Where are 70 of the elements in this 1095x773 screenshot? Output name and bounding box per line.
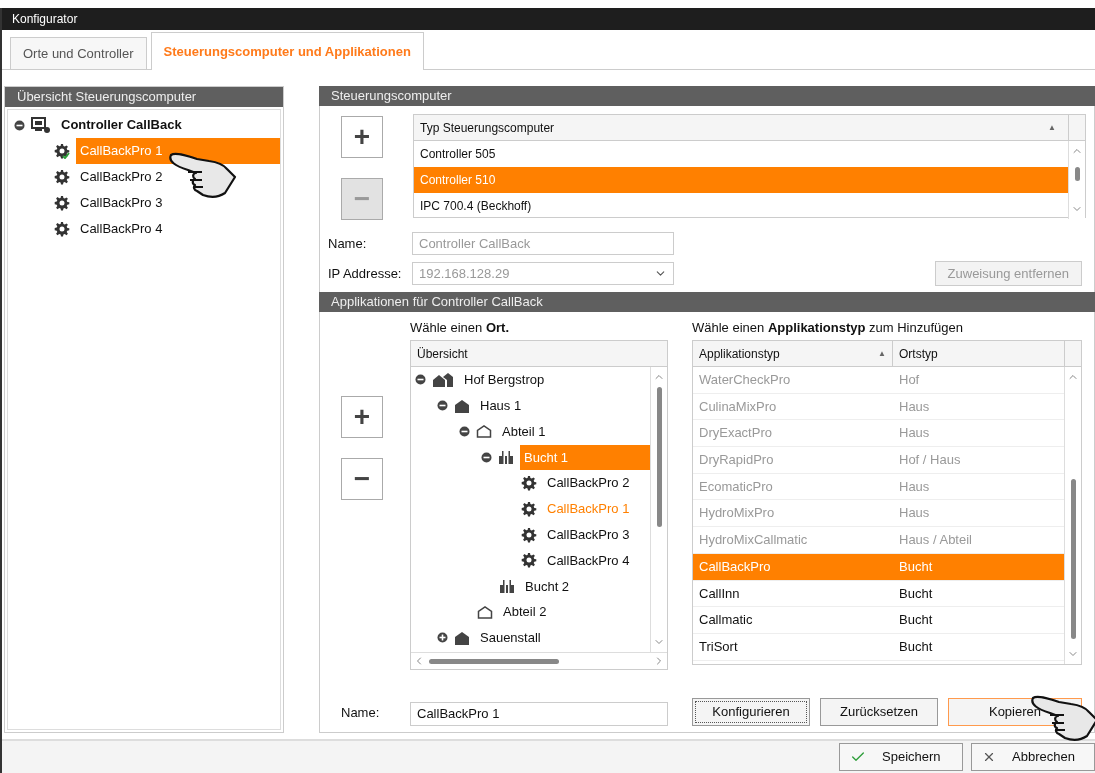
prompt-text: Wähle einen Ort. bbox=[410, 319, 510, 337]
table-row[interactable]: CallInn Bucht bbox=[693, 580, 1064, 608]
scroll-thumb[interactable] bbox=[1074, 167, 1080, 181]
pen-icon bbox=[499, 579, 515, 594]
gear-icon bbox=[521, 552, 537, 569]
tab[interactable]: Orte und Controller bbox=[10, 37, 147, 69]
gear-icon bbox=[54, 169, 70, 185]
window-title: Konfigurator bbox=[2, 8, 1095, 30]
column-header[interactable]: Typ Steuerungscomputer bbox=[414, 115, 1049, 140]
column-header: Übersicht bbox=[411, 341, 667, 367]
table-row[interactable]: TriSort Bucht bbox=[693, 633, 1064, 661]
expand-icon[interactable] bbox=[437, 632, 448, 644]
house-icon bbox=[454, 630, 470, 645]
save-button[interactable]: Speichern bbox=[839, 743, 963, 771]
field-label: IP Addresse: bbox=[328, 264, 403, 283]
prompt-text: Wähle einen Applikationstyp zum Hinzufügen bbox=[692, 319, 964, 337]
tree-item[interactable]: Haus 1 bbox=[476, 392, 650, 419]
gear-check-icon bbox=[54, 143, 70, 159]
add-button[interactable]: + bbox=[341, 396, 383, 438]
computer-gear-icon bbox=[31, 116, 51, 134]
remove-button[interactable]: − bbox=[341, 458, 383, 500]
pen-icon bbox=[498, 450, 514, 465]
collapse-icon[interactable] bbox=[14, 119, 25, 131]
panel-header: Applikationen für Controller CallBack bbox=[319, 292, 1095, 312]
buildings-icon bbox=[432, 371, 454, 388]
gear-icon bbox=[521, 526, 537, 543]
table-row[interactable]: Callmatic Bucht bbox=[693, 607, 1064, 634]
tree-item[interactable]: CallBackPro 3 bbox=[76, 190, 280, 216]
field-label: Name: bbox=[341, 704, 381, 722]
sort-icon: ▲ bbox=[878, 341, 886, 366]
collapse-icon[interactable] bbox=[415, 374, 426, 386]
tree-item[interactable]: CallBackPro 2 bbox=[76, 164, 280, 190]
hand-pointer-icon bbox=[168, 150, 238, 200]
column-header[interactable]: Ortstyp bbox=[893, 341, 1064, 366]
sort-icon: ▲ bbox=[1048, 115, 1068, 140]
tree-item[interactable]: Hof Bergstrop bbox=[460, 367, 650, 393]
cancel-button[interactable]: Abbrechen bbox=[971, 743, 1095, 771]
table-row[interactable]: Controller 505 bbox=[414, 141, 1068, 167]
panel-header: Steuerungscomputer bbox=[319, 86, 1095, 106]
tree-item[interactable]: Abteil 1 bbox=[498, 418, 650, 445]
scrollbar[interactable] bbox=[1068, 141, 1085, 219]
panel-header: Übersicht Steuerungscomputer bbox=[5, 87, 283, 107]
gear-icon bbox=[54, 195, 70, 211]
collapse-icon[interactable] bbox=[437, 400, 448, 412]
tree-item[interactable]: CallBackPro 2 bbox=[543, 470, 650, 496]
collapse-icon[interactable] bbox=[481, 451, 492, 463]
tree-item[interactable]: CallBackPro 3 bbox=[543, 521, 650, 548]
tree-item[interactable]: Controller CallBack bbox=[57, 112, 280, 138]
action-button[interactable]: Zurücksetzen bbox=[820, 698, 938, 726]
gear-icon bbox=[54, 221, 70, 237]
tree-item[interactable]: CallBackPro 4 bbox=[76, 216, 280, 242]
house-outline-icon bbox=[476, 424, 492, 439]
add-button[interactable]: + bbox=[341, 116, 383, 158]
action-button[interactable]: Konfigurieren bbox=[692, 698, 810, 726]
tree-item[interactable]: Abteil 2 bbox=[499, 599, 650, 625]
scroll-thumb[interactable] bbox=[656, 387, 662, 527]
gear-icon bbox=[521, 500, 537, 517]
name-field[interactable]: CallBackPro 1 bbox=[410, 702, 668, 726]
tree-item[interactable]: CallBackPro 4 bbox=[543, 547, 650, 574]
scroll-thumb[interactable] bbox=[1070, 479, 1076, 639]
house-outline-icon bbox=[477, 605, 493, 620]
close-icon bbox=[982, 750, 996, 764]
house-icon bbox=[454, 398, 470, 413]
tree-item[interactable]: Bucht 2 bbox=[521, 573, 650, 599]
column-header[interactable]: Applikationstyp ▲ bbox=[693, 341, 893, 366]
field-label: Name: bbox=[328, 234, 368, 253]
tree-item[interactable]: Sauenstall bbox=[476, 625, 650, 651]
gear-icon bbox=[521, 475, 537, 492]
collapse-icon[interactable] bbox=[459, 426, 470, 437]
table-row[interactable]: IPC 700.4 (Beckhoff) bbox=[414, 193, 1068, 219]
